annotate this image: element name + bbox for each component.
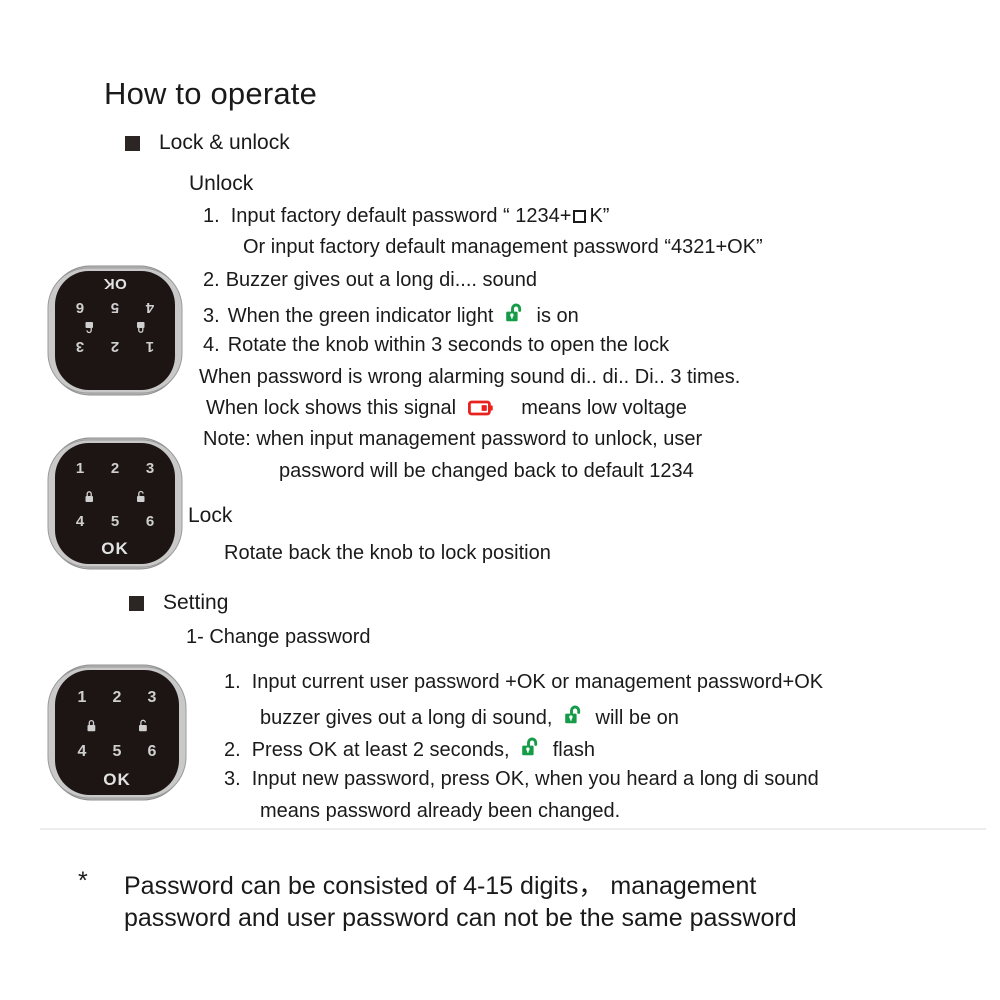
- low-battery-icon: [467, 400, 494, 416]
- setting-step-3-cont: means password already been changed.: [260, 800, 621, 822]
- setting-step-1-num: 1.: [224, 671, 241, 693]
- setting-step-1-cont-text-a: buzzer gives out a long di sound,: [260, 707, 553, 729]
- keypad-rotated[interactable]: 1 2 3 4 5 6 OK: [44, 263, 186, 398]
- unlock-step-2-text: Buzzer gives out a long di.... sound: [225, 269, 537, 291]
- svg-text:OK: OK: [101, 539, 129, 558]
- lock-subheading: Lock: [188, 504, 233, 527]
- svg-text:1: 1: [76, 460, 84, 477]
- unlock-green-icon: [562, 704, 586, 728]
- svg-text:OK: OK: [103, 770, 131, 789]
- svg-text:6: 6: [76, 299, 84, 316]
- svg-text:4: 4: [78, 743, 87, 760]
- footnote-line-2: password and user password can not be th…: [124, 904, 797, 932]
- svg-text:6: 6: [148, 743, 157, 760]
- unlock-green-icon: [519, 736, 543, 760]
- svg-text:3: 3: [76, 338, 84, 355]
- keypad-upright-setting[interactable]: 1 2 3 4 5 6 OK: [44, 661, 190, 803]
- low-voltage-text-b: means low voltage: [521, 397, 687, 419]
- unlock-step-1-cont: Or input factory default management pass…: [243, 236, 763, 258]
- unlock-step-3: 3. When the green indicator light is on: [203, 302, 579, 327]
- svg-text:4: 4: [145, 299, 154, 316]
- unlock-green-icon: [503, 302, 527, 326]
- unlock-step-1-text-b: K”: [589, 205, 610, 227]
- setting-step-2-num: 2.: [224, 739, 241, 761]
- unlock-step-4-text: Rotate the knob within 3 seconds to open…: [227, 334, 670, 356]
- footnote-marker: *: [78, 867, 88, 895]
- setting-step-1-text: Input current user password +OK or manag…: [251, 671, 824, 693]
- box-glyph-icon: [573, 210, 587, 223]
- unlock-step-1: 1. Input factory default password “ 1234+…: [203, 205, 609, 227]
- page-title: How to operate: [104, 76, 318, 111]
- footnote-line-1: Password can be consisted of 4-15 digits…: [124, 872, 757, 900]
- setting-step-3: 3. Input new password, press OK, when you…: [224, 768, 819, 790]
- svg-text:6: 6: [146, 513, 154, 530]
- setting-step-1-cont-text-b: will be on: [595, 707, 679, 729]
- setting-step-2: 2. Press OK at least 2 seconds, flash: [224, 736, 595, 761]
- svg-text:1: 1: [78, 689, 87, 706]
- unlock-step-2: 2. Buzzer gives out a long di.... sound: [203, 269, 537, 291]
- svg-text:1: 1: [146, 338, 154, 355]
- unlock-subheading: Unlock: [189, 172, 254, 195]
- keypad-upright-lock[interactable]: 1 2 3 4 5 6 OK: [44, 434, 186, 572]
- svg-text:5: 5: [111, 299, 119, 316]
- unlock-note-management: Note: when input management password to …: [203, 428, 703, 450]
- svg-text:OK: OK: [103, 275, 127, 292]
- unlock-step-3-text-b: is on: [536, 305, 579, 327]
- unlock-step-1-num: 1.: [203, 205, 220, 227]
- section-heading-setting: Setting: [129, 591, 228, 615]
- svg-text:5: 5: [111, 513, 119, 530]
- svg-text:5: 5: [113, 743, 122, 760]
- setting-step-3-text: Input new password, press OK, when you h…: [251, 768, 819, 790]
- setting-step-1-cont: buzzer gives out a long di sound, will b…: [260, 704, 679, 729]
- bullet-square-icon: [129, 595, 144, 611]
- setting-step-2-text-b: flash: [552, 739, 595, 761]
- manual-page: How to operate Lock & unlock Unlock 1. In…: [0, 0, 1000, 1000]
- svg-text:2: 2: [111, 460, 119, 477]
- svg-text:4: 4: [76, 513, 85, 530]
- unlock-step-4: 4. Rotate the knob within 3 seconds to op…: [203, 334, 669, 356]
- svg-text:3: 3: [148, 689, 157, 706]
- setting-step-3-num: 3.: [224, 768, 241, 790]
- unlock-step-1-text-a: Input factory default password “ 1234+: [230, 205, 572, 227]
- unlock-step-3-num: 3.: [203, 305, 220, 327]
- unlock-note-management-cont: password will be changed back to default…: [279, 460, 694, 482]
- svg-text:2: 2: [111, 338, 119, 355]
- lock-instruction: Rotate back the knob to lock position: [224, 542, 551, 564]
- section-heading-label: Lock & unlock: [159, 131, 290, 154]
- setting-step-1: 1. Input current user password +OK or man…: [224, 671, 823, 693]
- setting-subheading: 1- Change password: [186, 626, 371, 648]
- svg-text:2: 2: [113, 689, 122, 706]
- unlock-step-3-text-a: When the green indicator light: [227, 305, 494, 327]
- setting-step-2-text-a: Press OK at least 2 seconds,: [251, 739, 510, 761]
- bullet-square-icon: [125, 135, 140, 151]
- svg-text:3: 3: [146, 460, 154, 477]
- setting-heading-label: Setting: [163, 591, 229, 614]
- unlock-note-low-voltage: When lock shows this signal means low vo…: [206, 397, 687, 419]
- unlock-note-wrong-password: When password is wrong alarming sound di…: [199, 366, 741, 388]
- unlock-step-4-num: 4.: [203, 334, 220, 356]
- unlock-step-2-num: 2.: [203, 269, 220, 291]
- section-divider: [40, 828, 986, 830]
- low-voltage-text-a: When lock shows this signal: [206, 397, 457, 419]
- section-heading-lock-unlock: Lock & unlock: [125, 131, 290, 155]
